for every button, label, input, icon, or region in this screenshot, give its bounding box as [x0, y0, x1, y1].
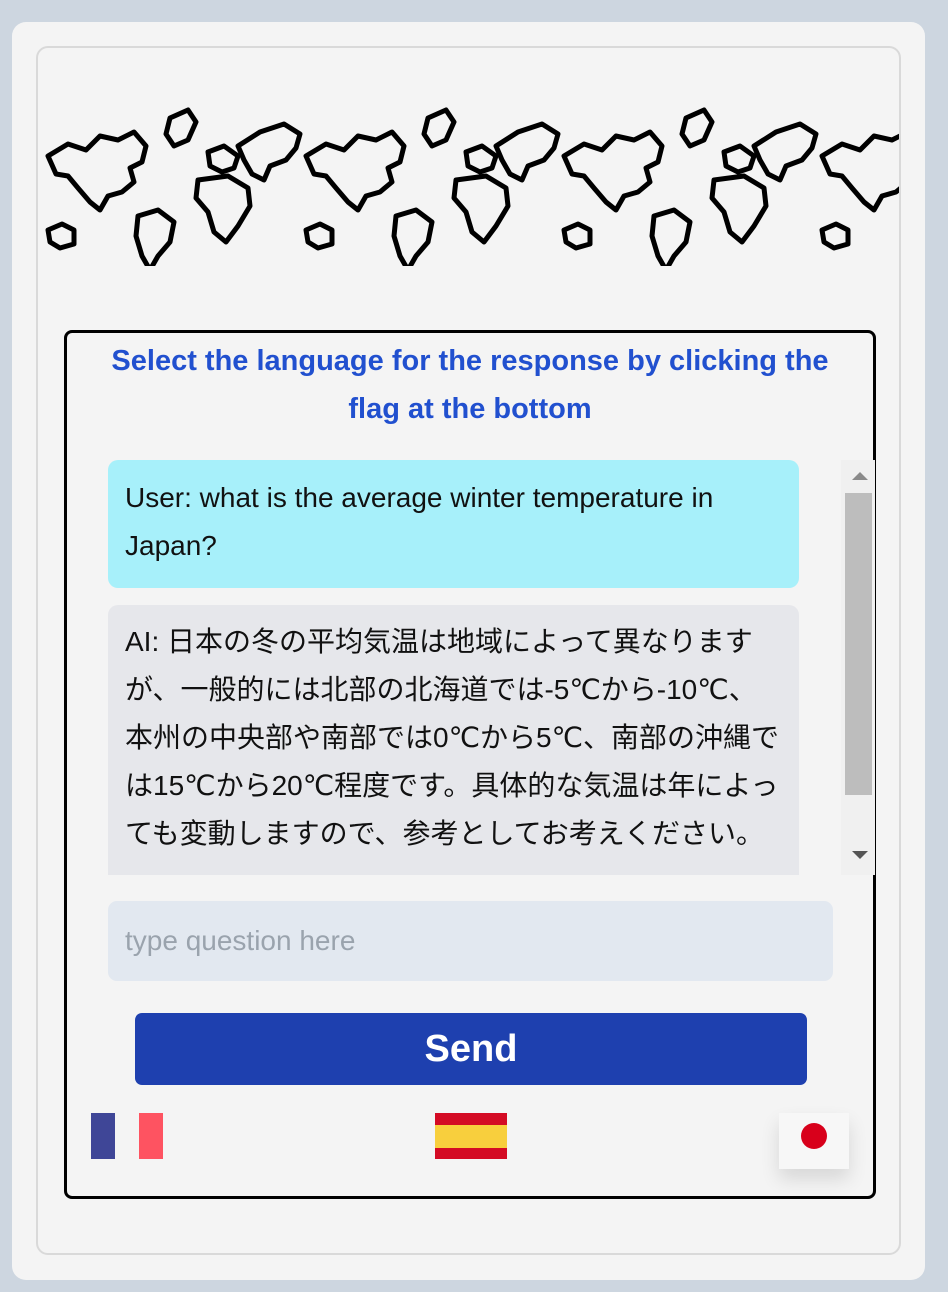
- flag-france-icon[interactable]: [91, 1113, 163, 1159]
- flag-france-white-stripe: [115, 1113, 139, 1159]
- flag-spain-top-stripe: [435, 1113, 507, 1125]
- flag-spain-bottom-stripe: [435, 1147, 507, 1159]
- chat-panel: Select the language for the response by …: [64, 330, 876, 1199]
- app-card: Select the language for the response by …: [12, 22, 925, 1280]
- instructions-heading: Select the language for the response by …: [111, 345, 829, 425]
- scroll-thumb[interactable]: [845, 493, 872, 795]
- world-map-icon: [38, 96, 899, 266]
- send-button[interactable]: Send: [135, 1013, 807, 1085]
- flag-france-blue-stripe: [91, 1113, 115, 1159]
- chat-scrollbar[interactable]: [841, 460, 875, 875]
- scroll-down-arrow-icon[interactable]: [852, 851, 868, 859]
- flag-japan-sun: [801, 1123, 827, 1149]
- flag-spain-icon[interactable]: [435, 1113, 507, 1159]
- flag-france-red-stripe: [139, 1113, 163, 1159]
- question-input[interactable]: [108, 901, 833, 981]
- world-map-banner: [38, 96, 899, 266]
- flag-japan-icon[interactable]: [779, 1113, 849, 1169]
- flag-spain-middle-stripe: [435, 1124, 507, 1148]
- chat-log[interactable]: User: what is the average winter tempera…: [108, 460, 875, 875]
- scroll-up-arrow-icon[interactable]: [852, 472, 868, 480]
- app-container: Select the language for the response by …: [36, 46, 901, 1255]
- user-message: User: what is the average winter tempera…: [108, 460, 799, 588]
- ai-message: AI: 日本の冬の平均気温は地域によって異なりますが、一般的には北部の北海道では…: [108, 605, 799, 875]
